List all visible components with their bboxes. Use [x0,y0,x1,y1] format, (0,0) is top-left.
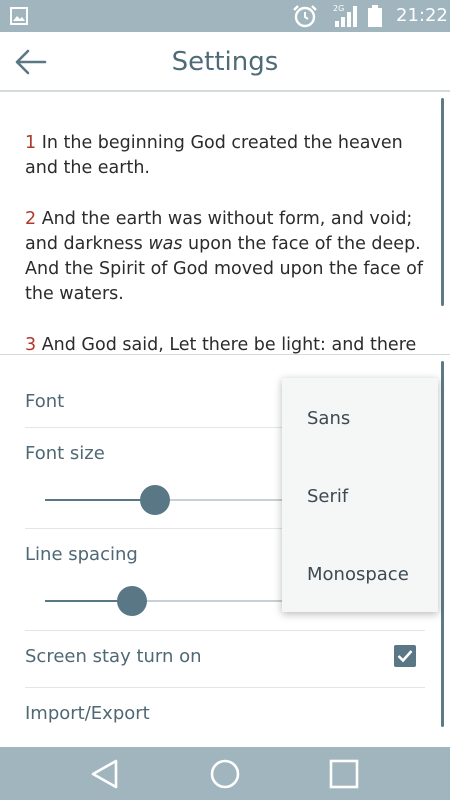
font-size-slider-thumb[interactable] [140,485,171,515]
system-nav-bar [0,747,450,800]
divider [25,630,425,631]
screen-on-checkbox[interactable] [394,645,416,667]
settings-scrollbar[interactable] [441,361,444,727]
home-circle-icon[interactable] [207,756,243,792]
back-triangle-icon[interactable] [87,756,123,792]
option-label: Sans [307,408,351,429]
status-bar: 2G 21:22 [0,0,450,32]
alarm-icon [293,5,317,28]
verse-number: 3 [25,335,37,354]
network-type-label: 2G [333,4,344,13]
recents-square-icon[interactable] [326,756,362,792]
verse-italic-text: was [148,234,183,254]
font-size-label: Font size [25,443,105,464]
option-label: Monospace [307,564,409,585]
checkmark-icon [397,650,413,663]
line-spacing-label: Line spacing [25,544,138,565]
verse-number: 2 [25,209,37,229]
divider [25,687,425,688]
font-size-slider-fill [45,499,156,501]
preview-scrollbar[interactable] [441,98,444,306]
verse-3: 3 And God said, Let there be light: and … [25,333,425,354]
import-export-item[interactable]: Import/Export [25,703,150,724]
app-bar: Settings [0,32,450,90]
verse-2: 2 And the earth was without form, and vo… [25,207,425,307]
verse-number: 1 [25,133,37,153]
verse-text: And God said, Let there be light: and th… [36,335,417,354]
screen-on-label[interactable]: Screen stay turn on [25,646,202,667]
font-option-serif[interactable]: Serif [282,456,438,534]
verse-1: 1 In the beginning God created the heave… [25,131,425,181]
line-spacing-slider-thumb[interactable] [117,586,148,616]
font-option-sans[interactable]: Sans [282,378,438,456]
battery-icon [368,5,382,27]
clock: 21:22 [396,5,448,26]
text-preview: 1 In the beginning God created the heave… [0,92,450,354]
option-label: Serif [307,486,349,507]
image-icon [10,7,28,25]
page-title: Settings [171,47,279,77]
signal-icon: 2G [333,4,357,27]
font-option-monospace[interactable]: Monospace [282,534,438,612]
font-dropdown-menu: Sans Serif Monospace [282,378,438,612]
font-setting-label[interactable]: Font [25,391,64,412]
verse-text: In the beginning God created the heaven … [25,133,403,178]
